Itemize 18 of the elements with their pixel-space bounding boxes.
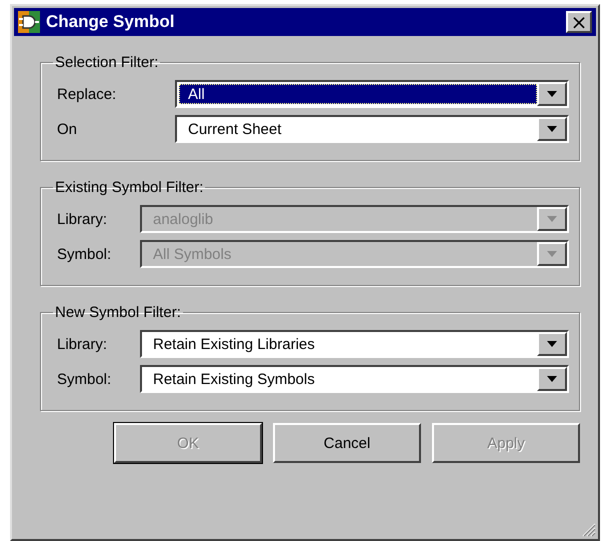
group-title: Selection Filter:: [54, 54, 160, 71]
field-label: Symbol:: [57, 370, 112, 388]
group-title: New Symbol Filter:: [54, 304, 182, 321]
field-label: Library:: [57, 336, 108, 352]
window-title: Change Symbol: [46, 12, 176, 32]
field-label: Replace:: [57, 86, 118, 102]
resize-grip-icon[interactable]: [580, 521, 596, 537]
dialog-button[interactable]: Cancel: [273, 423, 421, 463]
close-button[interactable]: ×: [566, 11, 592, 33]
field-label: Library:: [57, 210, 108, 228]
dropdown[interactable]: All: [175, 80, 569, 108]
dropdown[interactable]: Current Sheet: [175, 115, 569, 143]
field-label: Symbol:: [57, 246, 112, 262]
field-label: On: [57, 120, 78, 138]
dropdown[interactable]: Retain Existing Libraries: [140, 330, 569, 358]
group-title: Existing Symbol Filter:: [54, 179, 204, 196]
gate-icon: [18, 11, 40, 33]
dropdown[interactable]: Retain Existing Symbols: [140, 365, 569, 393]
